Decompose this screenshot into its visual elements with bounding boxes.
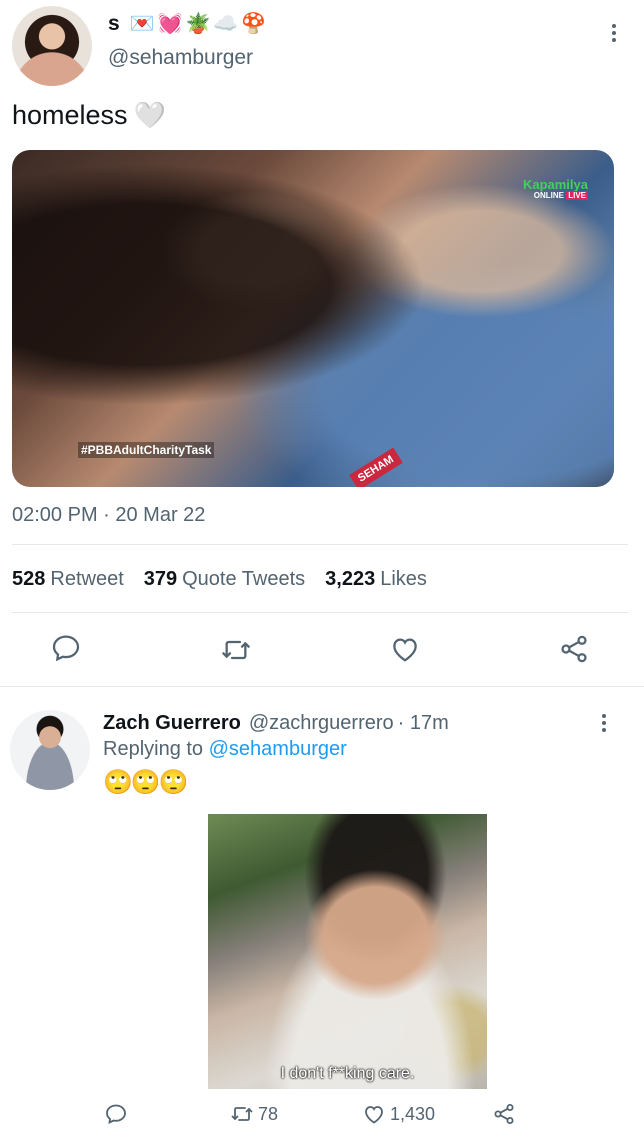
- name-emoji: 💓: [157, 13, 183, 35]
- section-divider: [0, 686, 644, 687]
- retweet-stat[interactable]: 528 Retweet: [12, 568, 124, 591]
- quote-count: 379: [143, 568, 178, 590]
- reply-reply-button[interactable]: [104, 1102, 128, 1126]
- reply-icon[interactable]: [50, 632, 82, 664]
- reply-media-content: [208, 814, 487, 1089]
- channel-online-text: ONLINE: [533, 191, 564, 201]
- channel-logo: Kapamilya ONLINE LIVE: [522, 177, 588, 201]
- like-icon: [362, 1102, 386, 1126]
- author-avatar[interactable]: [12, 6, 92, 86]
- reply-like-count: 1,430: [390, 1103, 436, 1124]
- reply-author-handle[interactable]: @zachrguerrero: [249, 712, 394, 735]
- likes-stat[interactable]: 3,223 Likes: [325, 568, 427, 591]
- replying-to-prefix: Replying to: [103, 738, 204, 760]
- tweet-stats: 528 Retweet 379 Quote Tweets 3,223 Likes: [12, 568, 427, 591]
- reply-time[interactable]: · 17m: [398, 712, 449, 735]
- likes-count: 3,223: [325, 568, 376, 590]
- divider: [12, 544, 628, 545]
- name-emoji: 🪴: [185, 13, 211, 35]
- author-name-text: s: [108, 12, 120, 35]
- tweet-timestamp[interactable]: 02:00 PM · 20 Mar 22: [12, 504, 205, 527]
- channel-live-badge: LIVE: [566, 191, 588, 201]
- replying-to-line: Replying to @sehamburger: [103, 738, 347, 761]
- reply-media-caption: I don't f**king care.: [280, 1065, 415, 1082]
- quote-label: Quote Tweets: [182, 568, 306, 590]
- retweet-icon: [230, 1102, 254, 1126]
- retweet-label: Retweet: [50, 568, 124, 590]
- reply-icon: [104, 1102, 128, 1126]
- retweet-icon[interactable]: [220, 634, 252, 666]
- reply-retweet-count: 78: [258, 1103, 279, 1124]
- quote-tweets-stat[interactable]: 379 Quote Tweets: [144, 568, 305, 591]
- reply-more-options-icon[interactable]: [596, 712, 612, 734]
- reply-author-avatar[interactable]: [10, 710, 90, 790]
- tweet-text: homeless 🤍: [12, 100, 166, 131]
- name-emoji: 💌: [129, 13, 155, 35]
- channel-logo-text: Kapamilya: [522, 177, 588, 192]
- retweet-count: 528: [12, 568, 46, 590]
- tweet-text-body: homeless: [12, 100, 128, 130]
- reply-share-button[interactable]: [492, 1102, 516, 1126]
- author-handle[interactable]: @sehamburger: [108, 46, 253, 70]
- author-name-emojis: 💌 💓 🪴 ☁️ 🍄: [130, 14, 267, 34]
- reply-author-name[interactable]: Zach Guerrero: [103, 712, 241, 735]
- share-icon[interactable]: [558, 633, 590, 665]
- channel-logo-sub: ONLINE LIVE: [523, 191, 588, 201]
- tweet-media-image[interactable]: Kapamilya ONLINE LIVE SEHAM #PBBAdultCha…: [12, 150, 614, 487]
- media-hashtag-overlay: #PBBAdultCharityTask: [78, 442, 215, 458]
- white-heart-emoji: 🤍: [133, 100, 166, 130]
- share-icon: [492, 1102, 516, 1126]
- name-emoji: ☁️: [213, 13, 239, 35]
- reply-like-button[interactable]: 1,430: [362, 1102, 435, 1126]
- reply-header: Zach Guerrero @zachrguerrero · 17m: [103, 712, 449, 735]
- name-emoji: 🍄: [241, 13, 267, 35]
- divider: [12, 612, 628, 613]
- likes-label: Likes: [380, 568, 427, 590]
- like-icon[interactable]: [389, 633, 421, 665]
- author-display-name[interactable]: s 💌 💓 🪴 ☁️ 🍄: [108, 12, 266, 36]
- reply-media-gif[interactable]: I don't f**king care.: [208, 814, 487, 1089]
- replying-to-handle-link[interactable]: @sehamburger: [209, 738, 347, 760]
- reply-retweet-button[interactable]: 78: [230, 1102, 278, 1126]
- reply-text: 🙄🙄🙄: [103, 769, 189, 796]
- more-options-icon[interactable]: [606, 22, 622, 44]
